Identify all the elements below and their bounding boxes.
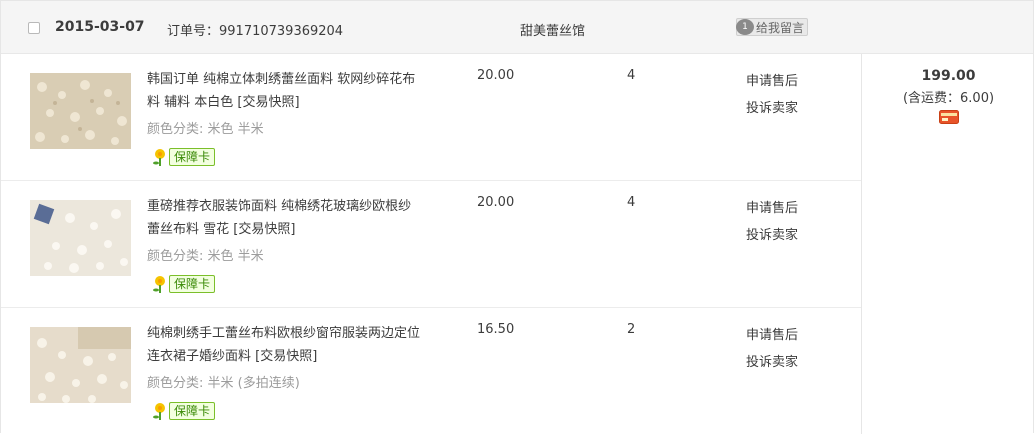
apply-after-sale-link[interactable]: 申请售后 [746,68,798,95]
item-price: 20.00 [477,68,515,83]
message-bubble-icon: 1 [736,19,754,35]
product-thumbnail[interactable] [30,327,131,403]
guarantee-card-label: 保障卡 [169,148,216,166]
apply-after-sale-link[interactable]: 申请售后 [746,322,798,349]
item-price: 20.00 [477,195,515,210]
guarantee-flower-icon [153,276,165,293]
complain-seller-link[interactable]: 投诉卖家 [746,222,798,249]
guarantee-flower-icon [153,403,165,420]
item-operations: 申请售后 投诉卖家 [746,68,798,122]
product-props: 颜色分类: 米色 半米 [147,122,264,137]
order-checkbox[interactable] [28,22,40,34]
order-header: 2015-03-07 订单号：991710739369204 甜美蕾丝馆 1 给… [1,1,1033,54]
product-title-link[interactable]: 韩国订单 纯棉立体刺绣蕾丝面料 软网纱碎花布料 辅料 本白色 [交易快照] [147,68,427,114]
guarantee-card-label: 保障卡 [169,275,216,293]
guarantee-card-badge[interactable]: 保障卡 [151,401,216,421]
item-quantity: 4 [627,195,636,210]
order-card: 2015-03-07 订单号：991710739369204 甜美蕾丝馆 1 给… [0,0,1035,435]
product-title-link[interactable]: 纯棉刺绣手工蕾丝布料欧根纱窗帘服装两边定位连衣裙子婚纱面料 [交易快照] [147,322,427,368]
snapshot-link[interactable]: [交易快照] [237,95,299,110]
snapshot-link[interactable]: [交易快照] [233,222,295,237]
item-price: 16.50 [477,322,515,337]
order-item-row: 纯棉刺绣手工蕾丝布料欧根纱窗帘服装两边定位连衣裙子婚纱面料 [交易快照] 颜色分… [1,308,861,435]
apply-after-sale-link[interactable]: 申请售后 [746,195,798,222]
complain-seller-link[interactable]: 投诉卖家 [746,95,798,122]
product-thumbnail[interactable] [30,73,131,149]
order-item-row: 重磅推荐衣服装饰面料 纯棉绣花玻璃纱欧根纱 蕾丝布料 雪花 [交易快照] 颜色分… [1,181,861,308]
order-total: 199.00 [921,68,976,84]
message-button-label: 给我留言 [756,20,805,35]
order-date: 2015-03-07 [55,19,145,35]
guarantee-card-label: 保障卡 [169,402,216,420]
snapshot-link[interactable]: [交易快照] [255,349,317,364]
order-total-cell: 199.00 (含运费：6.00) [862,54,1035,128]
message-seller-button[interactable]: 1 给我留言 [736,18,809,36]
product-thumbnail[interactable] [30,200,131,276]
guarantee-card-badge[interactable]: 保障卡 [151,274,216,294]
complain-seller-link[interactable]: 投诉卖家 [746,349,798,376]
shop-name-link[interactable]: 甜美蕾丝馆 [520,20,585,39]
order-number: 订单号：991710739369204 [167,24,344,39]
item-quantity: 2 [627,322,636,337]
item-operations: 申请售后 投诉卖家 [746,322,798,376]
order-item-row: 韩国订单 纯棉立体刺绣蕾丝面料 软网纱碎花布料 辅料 本白色 [交易快照] 颜色… [1,54,861,181]
payment-card-icon[interactable] [938,110,959,124]
item-quantity: 4 [627,68,636,83]
product-props: 颜色分类: 米色 半米 [147,249,264,264]
shipping-fee: (含运费：6.00) [902,91,995,106]
product-props: 颜色分类: 半米 (多拍连续) [147,376,300,391]
guarantee-flower-icon [153,149,165,166]
guarantee-card-badge[interactable]: 保障卡 [151,147,216,167]
item-operations: 申请售后 投诉卖家 [746,195,798,249]
product-title-link[interactable]: 重磅推荐衣服装饰面料 纯棉绣花玻璃纱欧根纱 蕾丝布料 雪花 [交易快照] [147,195,427,241]
